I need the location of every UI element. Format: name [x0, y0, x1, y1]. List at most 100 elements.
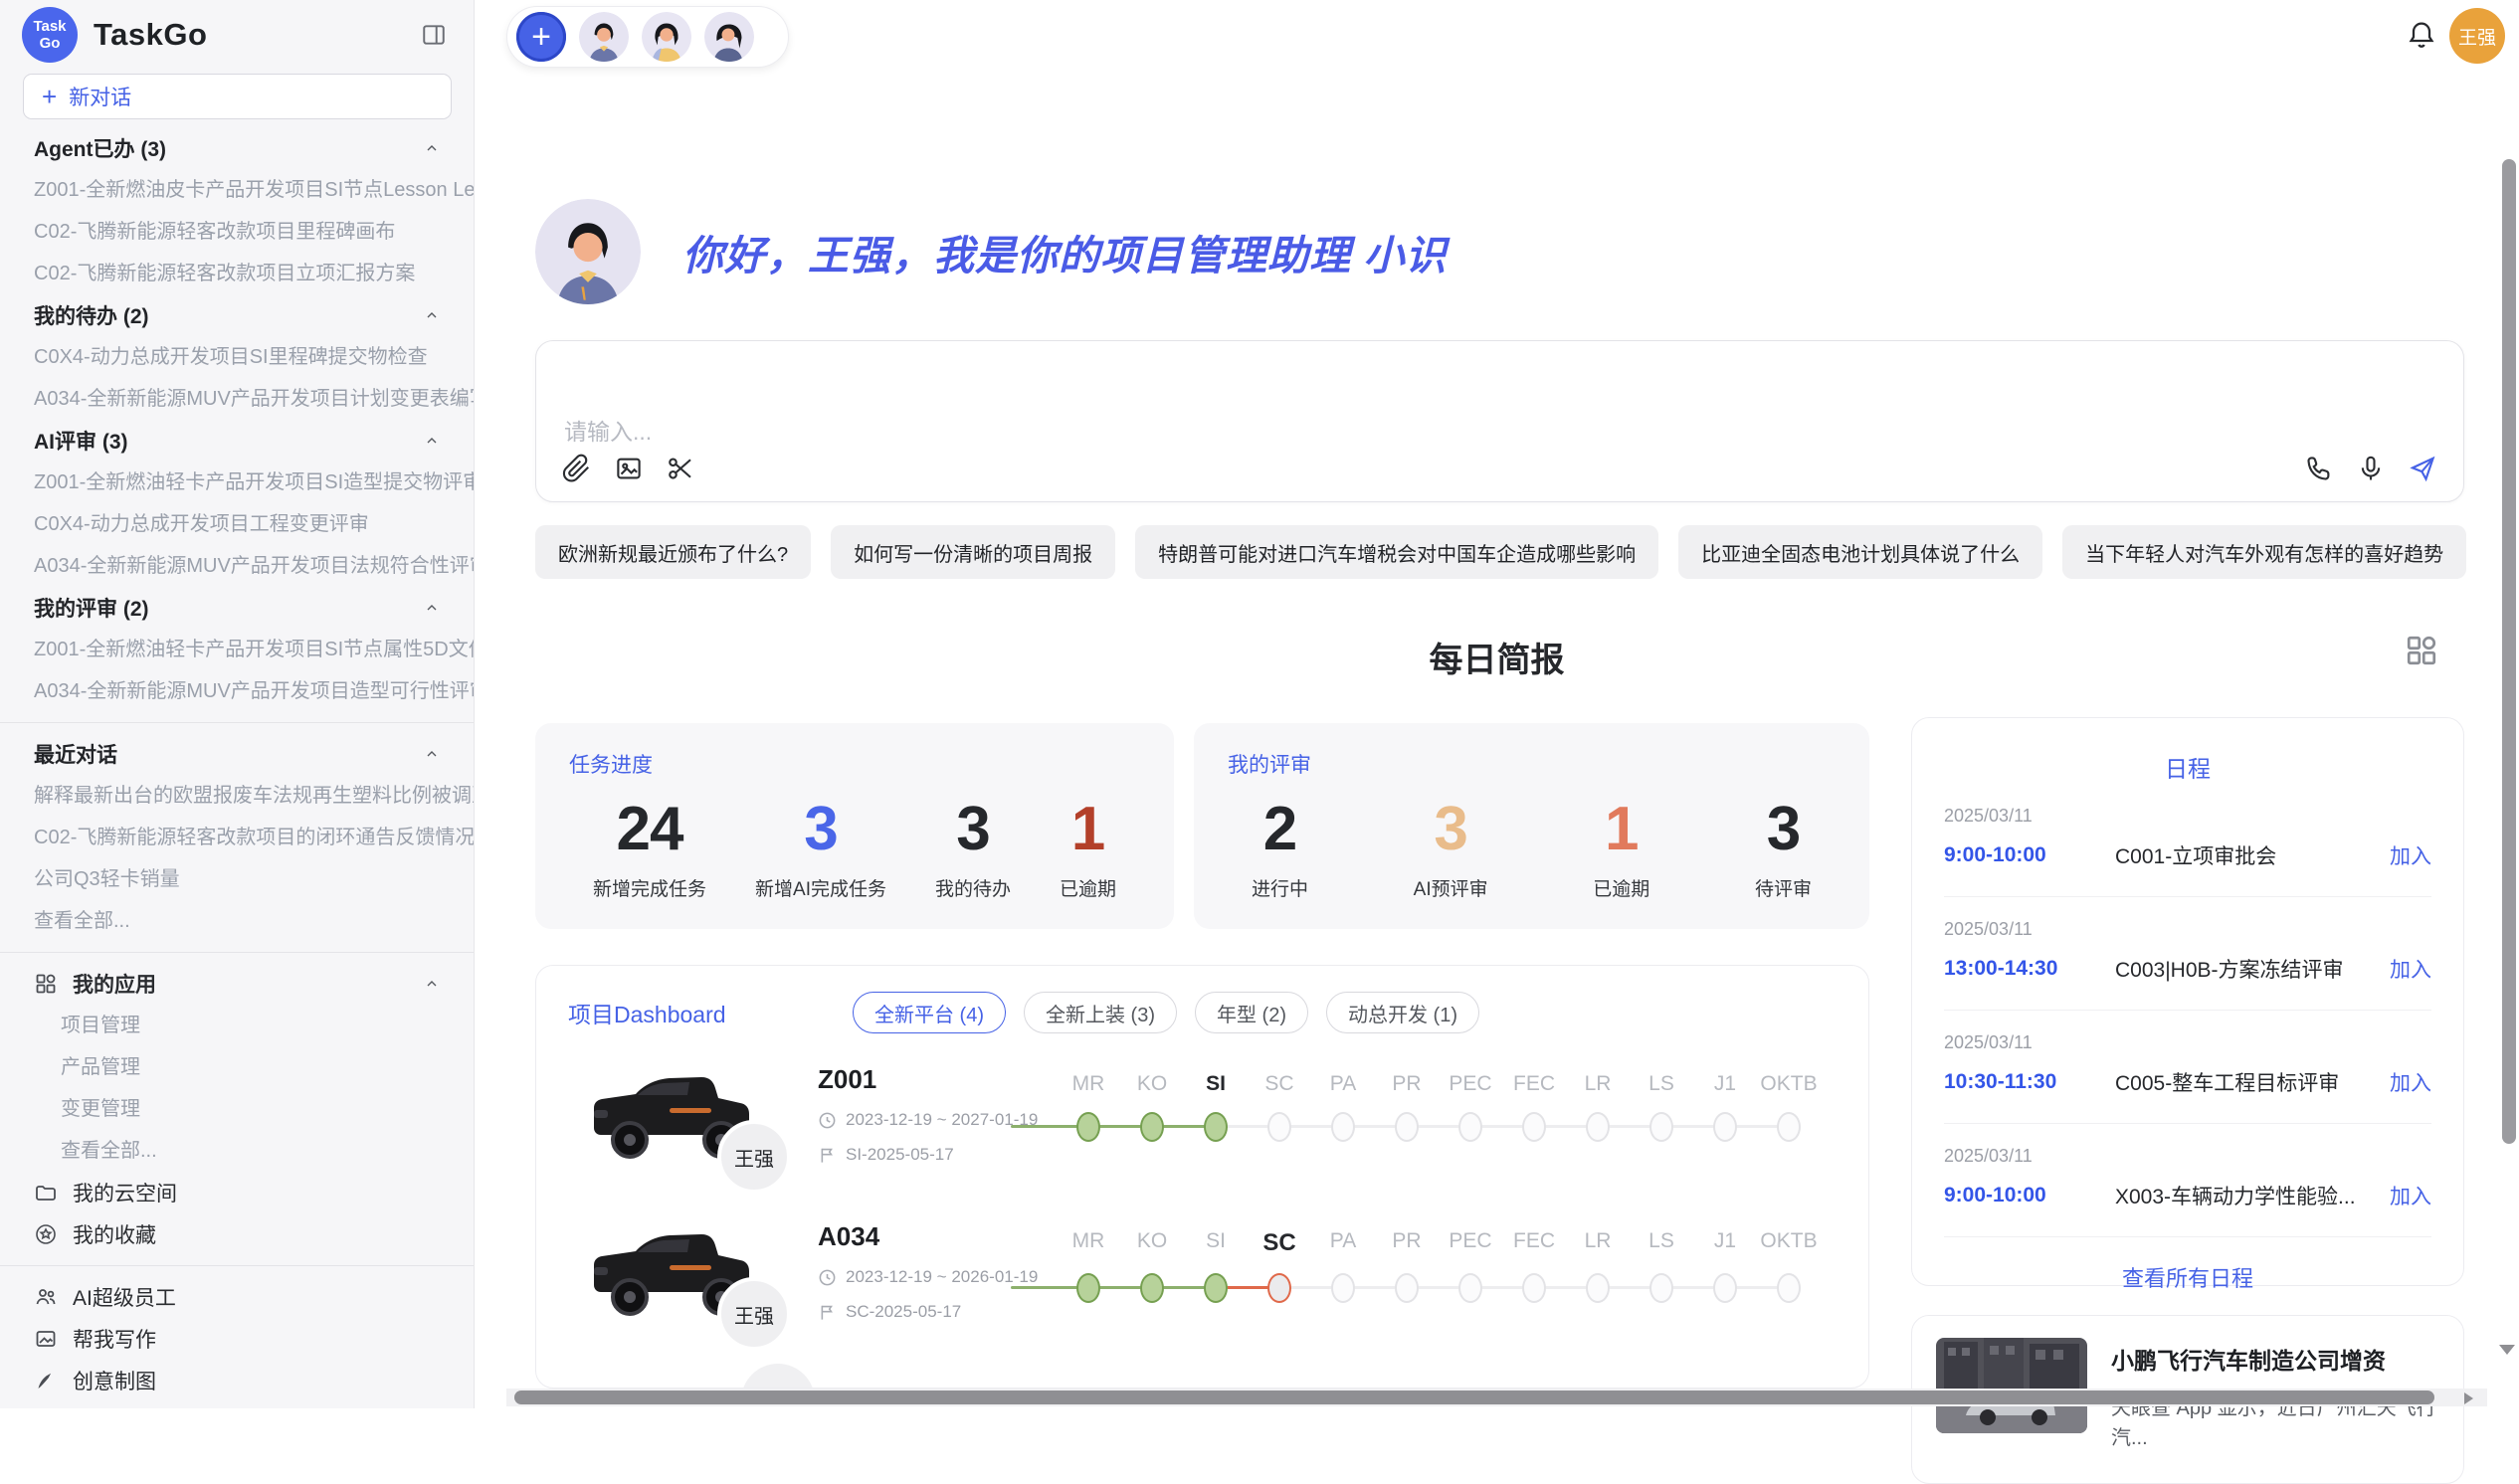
clock-icon — [818, 1268, 837, 1287]
milestone-dot — [1693, 1271, 1757, 1305]
sidebar-item[interactable]: Z001-全新燃油轻卡产品开发项目SI造型提交物评审 — [0, 462, 474, 503]
avatar[interactable] — [579, 12, 629, 62]
sidebar-item[interactable]: 解释最新出台的欧盟报废车法规再生塑料比例被调至15%... — [0, 775, 474, 817]
chat-composer[interactable]: 请输入... — [535, 340, 2464, 502]
schedule-event: 2025/03/11 9:00-10:00 C001-立项审批会 加入 — [1944, 784, 2431, 897]
milestone-dot — [1248, 1110, 1311, 1144]
my-reviews-title: 我的评审 — [1228, 749, 1836, 779]
tab-powertrain[interactable]: 动总开发 (1) — [1326, 992, 1479, 1033]
event-time: 13:00-14:30 — [1944, 957, 2115, 981]
avatar[interactable] — [642, 12, 691, 62]
suggestion-chip[interactable]: 比亚迪全固态电池计划具体说了什么 — [1678, 525, 2042, 579]
sidebar-ai-employee[interactable]: AI超级员工 — [0, 1276, 474, 1318]
scissors-icon[interactable] — [666, 454, 695, 483]
sidebar-item[interactable]: C02-飞腾新能源轻客改款项目的闭环通告反馈情况 — [0, 817, 474, 858]
new-chat-button[interactable]: + 新对话 — [23, 74, 452, 119]
layout-grid-icon[interactable] — [2404, 633, 2439, 668]
sidebar-item[interactable]: C02-飞腾新能源轻客改款项目立项汇报方案 — [0, 253, 474, 294]
milestone-track: MR KO SI SC PA PR PEC FEC LR LS J1 OKTB — [1057, 1072, 1821, 1144]
task-progress-card: 任务进度 24 新增完成任务 3 新增AI完成任务 3 我的待办 1 已逾期 — [535, 723, 1174, 929]
scroll-right-arrow-icon[interactable] — [2464, 1392, 2473, 1404]
scroll-down-arrow-icon[interactable] — [2499, 1345, 2515, 1355]
project-info: Z001 2023-12-19 ~ 2027-01-19 SI-2025-05-… — [818, 1064, 1047, 1165]
sidebar-section-recent[interactable]: 最近对话 — [0, 733, 474, 775]
event-date: 2025/03/11 — [1944, 806, 2431, 827]
phone-call-icon[interactable] — [2304, 454, 2334, 483]
sidebar-item[interactable]: C0X4-动力总成开发项目SI里程碑提交物检查 — [0, 336, 474, 378]
my-reviews-card: 我的评审 2 进行中 3 AI预评审 1 已逾期 3 待评审 — [1194, 723, 1869, 929]
sidebar-app-project-mgmt[interactable]: 项目管理 — [0, 1005, 474, 1046]
sidebar-section-my-todo[interactable]: 我的待办 (2) — [0, 294, 474, 336]
project-flag: SI-2025-05-17 — [818, 1145, 1047, 1165]
tab-new-body[interactable]: 全新上装 (3) — [1024, 992, 1177, 1033]
view-all-schedule-link[interactable]: 查看所有日程 — [1944, 1237, 2431, 1317]
section-label: 最近对话 — [34, 739, 117, 769]
join-button[interactable]: 加入 — [2390, 1067, 2431, 1097]
sidebar-item[interactable]: C02-飞腾新能源轻客改款项目里程碑画布 — [0, 211, 474, 253]
stat-value: 1 — [1593, 793, 1649, 866]
stat-value: 3 — [755, 793, 886, 866]
sidebar-my-apps[interactable]: 我的应用 — [0, 963, 474, 1005]
sidebar-item[interactable]: A034-全新新能源MUV产品开发项目法规符合性评审 — [0, 545, 474, 587]
tab-model-year[interactable]: 年型 (2) — [1195, 992, 1308, 1033]
event-title: X003-车辆动力学性能验... — [2115, 1181, 2390, 1210]
sidebar-favorites[interactable]: 我的收藏 — [0, 1213, 474, 1255]
stat-value: 3 — [935, 793, 1011, 866]
sidebar-item[interactable]: A034-全新新能源MUV产品开发项目造型可行性评审 — [0, 670, 474, 712]
my-reviews-stats: 2 进行中 3 AI预评审 1 已逾期 3 待评审 — [1228, 779, 1836, 901]
my-apps-label: 我的应用 — [73, 969, 409, 999]
milestone-dot — [1630, 1110, 1693, 1144]
suggestion-chip[interactable]: 欧洲新规最近颁布了什么? — [535, 525, 811, 579]
horizontal-scrollbar-thumb[interactable] — [514, 1391, 2434, 1404]
add-conversation-button[interactable]: + — [516, 12, 566, 62]
project-code: Z001 — [818, 1064, 1047, 1095]
sidebar-app-product-mgmt[interactable]: 产品管理 — [0, 1046, 474, 1088]
image-upload-icon[interactable] — [614, 454, 644, 483]
horizontal-scrollbar[interactable] — [506, 1389, 2487, 1406]
send-icon[interactable] — [2408, 454, 2437, 483]
join-button[interactable]: 加入 — [2390, 1181, 2431, 1210]
notifications-button[interactable] — [2406, 18, 2437, 52]
sidebar-section-ai-review[interactable]: AI评审 (3) — [0, 420, 474, 462]
sidebar-item[interactable]: C0X4-动力总成开发项目工程变更评审 — [0, 503, 474, 545]
sidebar-cloud-space[interactable]: 我的云空间 — [0, 1172, 474, 1213]
microphone-icon[interactable] — [2356, 454, 2386, 483]
milestone-label-current: SI — [1184, 1072, 1248, 1096]
sidebar-section-my-review[interactable]: 我的评审 (2) — [0, 587, 474, 629]
suggestion-chip[interactable]: 当下年轻人对汽车外观有怎样的喜好趋势 — [2062, 525, 2466, 579]
project-row[interactable]: 王强 Z001 2023-12-19 ~ 2027-01-19 SI-2025-… — [536, 1050, 1868, 1200]
sidebar-app-view-all[interactable]: 查看全部... — [0, 1130, 474, 1172]
stat-ai-pre-review: 3 AI预评审 — [1414, 793, 1488, 901]
milestone-dots — [1057, 1110, 1821, 1144]
star-badge-icon — [34, 1222, 58, 1246]
sidebar-item[interactable]: Z001-全新燃油皮卡产品开发项目SI节点Lesson Learn报告 — [0, 169, 474, 211]
project-row[interactable]: 王强 A034 2023-12-19 ~ 2026-01-19 SC-2025-… — [536, 1207, 1868, 1357]
project-milestone-flag: SI-2025-05-17 — [846, 1145, 954, 1165]
milestone-label: PA — [1311, 1229, 1375, 1257]
schedule-event: 2025/03/11 13:00-14:30 C003|H0B-方案冻结评审 加… — [1944, 897, 2431, 1011]
vertical-scrollbar-thumb[interactable] — [2502, 159, 2516, 1144]
avatar[interactable] — [704, 12, 754, 62]
stat-label: 新增完成任务 — [593, 874, 706, 901]
tab-new-platform[interactable]: 全新平台 (4) — [853, 992, 1006, 1033]
sidebar-creative-draw[interactable]: 创意制图 — [0, 1360, 474, 1401]
sidebar-item[interactable]: 公司Q3轻卡销量 — [0, 858, 474, 900]
sidebar-help-write[interactable]: 帮我写作 — [0, 1318, 474, 1360]
milestone-label: KO — [1120, 1229, 1184, 1257]
sidebar-app-change-mgmt[interactable]: 变更管理 — [0, 1088, 474, 1130]
attachment-icon[interactable] — [562, 454, 592, 483]
sidebar-item[interactable]: A034-全新新能源MUV产品开发项目计划变更表编写 — [0, 378, 474, 420]
sidebar-item-view-all[interactable]: 查看全部... — [0, 900, 474, 942]
sidebar-collapse-button[interactable] — [420, 22, 448, 48]
conversation-switcher: + — [506, 6, 789, 68]
suggestion-chip[interactable]: 特朗普可能对进口汽车增税会对中国车企造成哪些影响 — [1135, 525, 1658, 579]
project-code: A034 — [818, 1221, 1047, 1252]
sidebar-section-agent-done[interactable]: Agent已办 (3) — [0, 127, 474, 169]
sidebar-item[interactable]: Z001-全新燃油轻卡产品开发项目SI节点属性5D文件评审 — [0, 629, 474, 670]
milestone-dot-done — [1184, 1271, 1248, 1305]
suggestion-chip[interactable]: 如何写一份清晰的项目周报 — [831, 525, 1115, 579]
join-button[interactable]: 加入 — [2390, 840, 2431, 870]
next-project-peek — [741, 1364, 815, 1389]
join-button[interactable]: 加入 — [2390, 954, 2431, 984]
user-avatar[interactable]: 王强 — [2449, 8, 2505, 64]
